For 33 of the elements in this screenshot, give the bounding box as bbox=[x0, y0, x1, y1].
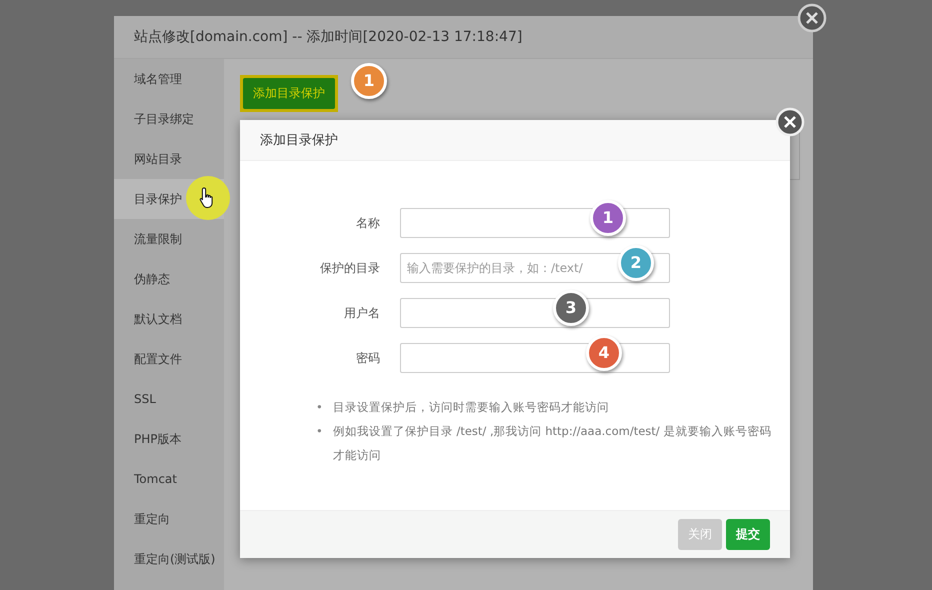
input-field[interactable] bbox=[400, 208, 670, 238]
note-text: 目录设置保护后，访问时需要输入账号密码才能访问 bbox=[332, 399, 609, 416]
bullet: • bbox=[316, 399, 323, 416]
sidebar-item[interactable]: Tomcat bbox=[114, 459, 224, 499]
number-badge: 3 bbox=[553, 290, 589, 326]
close-icon[interactable] bbox=[797, 3, 827, 33]
sidebar-item[interactable]: 默认文档 bbox=[114, 299, 224, 339]
field-label: 密码 bbox=[355, 350, 380, 366]
window-title: 站点修改[domain.com] -- 添加时间[2020-02-13 17:18:47] bbox=[114, 16, 813, 59]
sidebar-item[interactable]: 子目录绑定 bbox=[114, 99, 224, 139]
number-badge: 1 bbox=[351, 63, 387, 99]
sidebar-item[interactable]: 重定向(测试版) bbox=[114, 539, 224, 579]
input-field[interactable] bbox=[400, 343, 670, 373]
field-label: 名称 bbox=[355, 214, 380, 232]
sidebar-item[interactable]: 流量限制 bbox=[114, 219, 224, 259]
number-badge: 2 bbox=[618, 245, 654, 281]
field-label: 保护的目录 bbox=[319, 260, 380, 276]
sidebar-item[interactable]: PHP版本 bbox=[114, 419, 224, 459]
sidebar-item[interactable]: 伪静态 bbox=[114, 259, 224, 299]
submit-button[interactable]: 提交 bbox=[726, 519, 770, 550]
number-badge: 4 bbox=[586, 335, 622, 371]
note-text: 例如我设置了保护目录 /test/ ,那我访问 http://aaa.com/test/ 是就要输入账号密码才能访问 bbox=[332, 423, 772, 464]
sidebar-item[interactable]: SSL bbox=[114, 379, 224, 419]
bullet: • bbox=[316, 423, 323, 440]
number-badge: 1 bbox=[590, 200, 626, 236]
sidebar-item[interactable]: 重定向 bbox=[114, 499, 224, 539]
sidebar-item[interactable]: 域名管理 bbox=[114, 59, 224, 99]
modal-title: 添加目录保护 bbox=[240, 120, 790, 161]
add-button[interactable]: 添加目录保护 bbox=[243, 78, 335, 109]
field-label: 用户名 bbox=[343, 304, 380, 322]
sidebar-item[interactable]: 配置文件 bbox=[114, 339, 224, 379]
input-field[interactable] bbox=[400, 298, 670, 328]
sidebar-item[interactable]: 网站目录 bbox=[114, 139, 224, 179]
